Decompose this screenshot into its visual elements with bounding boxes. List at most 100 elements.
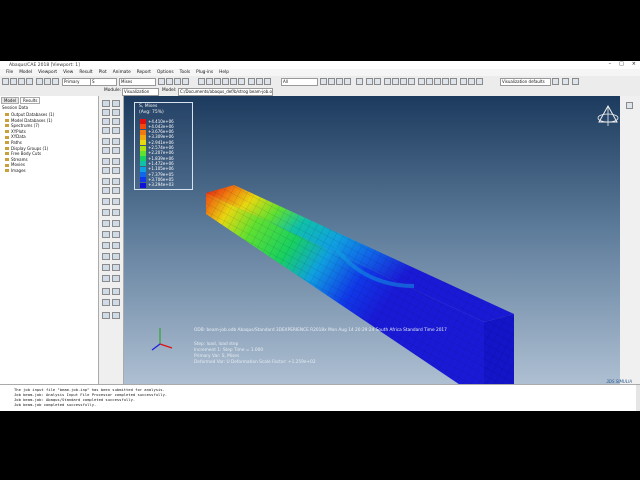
minimize-icon[interactable]: –	[609, 61, 612, 67]
eraser-icon[interactable]	[112, 312, 120, 319]
result-options-icon[interactable]	[102, 158, 110, 165]
highlight-free-icon[interactable]	[442, 78, 449, 85]
contour-plot-options-icon[interactable]	[102, 187, 110, 194]
field-select[interactable]: S	[90, 78, 117, 86]
animate-scale-icon[interactable]	[102, 127, 110, 134]
label-icon[interactable]	[434, 78, 441, 85]
shaded-icon[interactable]	[344, 78, 351, 85]
stream-icon[interactable]	[102, 231, 110, 238]
sketch-icon[interactable]	[102, 312, 110, 319]
report-xy-icon[interactable]	[112, 253, 120, 260]
maximize-icon[interactable]: □	[619, 61, 624, 67]
hidden-line-icon[interactable]	[328, 78, 335, 85]
superimpose-options-icon[interactable]	[112, 178, 120, 185]
defaults-save-icon[interactable]	[562, 78, 569, 85]
color-legend-icon[interactable]	[450, 78, 457, 85]
create-text-icon[interactable]	[102, 264, 110, 271]
redo-icon[interactable]	[44, 78, 51, 85]
allow-multiple-plots-icon[interactable]	[112, 118, 120, 125]
step-first-icon[interactable]	[158, 78, 165, 85]
menu-tools[interactable]: Tools	[180, 70, 191, 75]
cycle-views-icon[interactable]	[238, 78, 245, 85]
menu-report[interactable]: Report	[137, 70, 151, 75]
remove-icon[interactable]	[384, 78, 391, 85]
save-icon[interactable]	[18, 78, 25, 85]
tree-item-images[interactable]: Images	[2, 168, 54, 174]
create-xy-data-icon[interactable]	[102, 138, 110, 145]
plug-in-icon[interactable]	[102, 299, 110, 306]
symbol-plot-options-icon[interactable]	[112, 187, 120, 194]
new-icon[interactable]	[2, 78, 9, 85]
step-prev-icon[interactable]	[166, 78, 173, 85]
color-code-icon[interactable]	[356, 78, 363, 85]
free-body-cut-icon[interactable]	[112, 220, 120, 227]
path-manager-icon[interactable]	[112, 147, 120, 154]
menu-plot[interactable]: Plot	[99, 70, 107, 75]
plot-undeformed-icon[interactable]	[102, 100, 110, 107]
step-last-icon[interactable]	[182, 78, 189, 85]
add-icon[interactable]	[400, 78, 407, 85]
menu-options[interactable]: Options	[157, 70, 174, 75]
view-back-icon[interactable]	[256, 78, 263, 85]
visualization-defaults-select[interactable]: Visualization defaults	[500, 78, 551, 86]
stream-manager-icon[interactable]	[112, 231, 120, 238]
field-output-icon[interactable]	[112, 158, 120, 165]
auto-fit-icon[interactable]	[230, 78, 237, 85]
display-group-select[interactable]: All	[281, 78, 318, 86]
zoom-box-icon[interactable]	[222, 78, 229, 85]
menu-file[interactable]: File	[6, 70, 13, 75]
overlay-plot-icon[interactable]	[102, 220, 110, 227]
query-icon[interactable]	[52, 78, 59, 85]
create-display-group-icon[interactable]	[102, 209, 110, 216]
query-tool-icon[interactable]	[102, 288, 110, 295]
annotation-manager-icon[interactable]	[102, 275, 110, 282]
report-field-icon[interactable]	[102, 253, 110, 260]
rotate-icon[interactable]	[206, 78, 213, 85]
step-frame-icon[interactable]	[102, 167, 110, 174]
filled-icon[interactable]	[336, 78, 343, 85]
menu-result[interactable]: Result	[79, 70, 92, 75]
menu-viewport[interactable]: Viewport	[38, 70, 57, 75]
menu-model[interactable]: Model	[19, 70, 32, 75]
module-select[interactable]: Visualization	[122, 88, 159, 96]
query-info-icon[interactable]	[102, 242, 110, 249]
replace-icon[interactable]	[392, 78, 399, 85]
create-path-icon[interactable]	[102, 147, 110, 154]
view-compass-icon[interactable]	[597, 104, 619, 126]
menu-help[interactable]: Help	[219, 70, 229, 75]
pan-icon[interactable]	[198, 78, 205, 85]
common-options-icon[interactable]	[468, 78, 475, 85]
menu-plugins[interactable]: Plug-ins	[196, 70, 213, 75]
close-icon[interactable]: ×	[632, 61, 636, 67]
mesh-icon[interactable]	[366, 78, 373, 85]
model-select[interactable]: C:/Documents/abaqus_def/b/strog beam-job…	[178, 88, 273, 96]
magnify-icon[interactable]	[214, 78, 221, 85]
animate-time-icon[interactable]	[112, 127, 120, 134]
tab-model[interactable]: Model	[1, 97, 20, 104]
toolbar-expand-icon[interactable]	[626, 102, 633, 109]
macro-icon[interactable]	[112, 299, 120, 306]
measure-tool-icon[interactable]	[112, 288, 120, 295]
open-icon[interactable]	[10, 78, 17, 85]
viewport-annotation-icon[interactable]	[112, 275, 120, 282]
defaults-apply-icon[interactable]	[552, 78, 559, 85]
menu-animate[interactable]: Animate	[113, 70, 131, 75]
visibility-icon[interactable]	[426, 78, 433, 85]
section-points-icon[interactable]	[112, 167, 120, 174]
view-iso-icon[interactable]	[264, 78, 271, 85]
view-cut-icon[interactable]	[102, 198, 110, 205]
highlight-icon[interactable]	[418, 78, 425, 85]
step-next-icon[interactable]	[174, 78, 181, 85]
edit-defaults-icon[interactable]	[460, 78, 467, 85]
viewport[interactable]: S, Mises (Avg: 75%) +4.410e+06 +4.043e+06…	[124, 96, 620, 384]
plot-deformed-icon[interactable]	[112, 100, 120, 107]
menu-view[interactable]: View	[63, 70, 73, 75]
print-icon[interactable]	[26, 78, 33, 85]
plot-material-orientation-icon[interactable]	[102, 118, 110, 125]
render-select[interactable]: Primary	[62, 78, 91, 86]
display-group-manager-icon[interactable]	[112, 209, 120, 216]
view-front-icon[interactable]	[248, 78, 255, 85]
probe-values-icon[interactable]	[112, 242, 120, 249]
edges-icon[interactable]	[374, 78, 381, 85]
wireframe-icon[interactable]	[320, 78, 327, 85]
